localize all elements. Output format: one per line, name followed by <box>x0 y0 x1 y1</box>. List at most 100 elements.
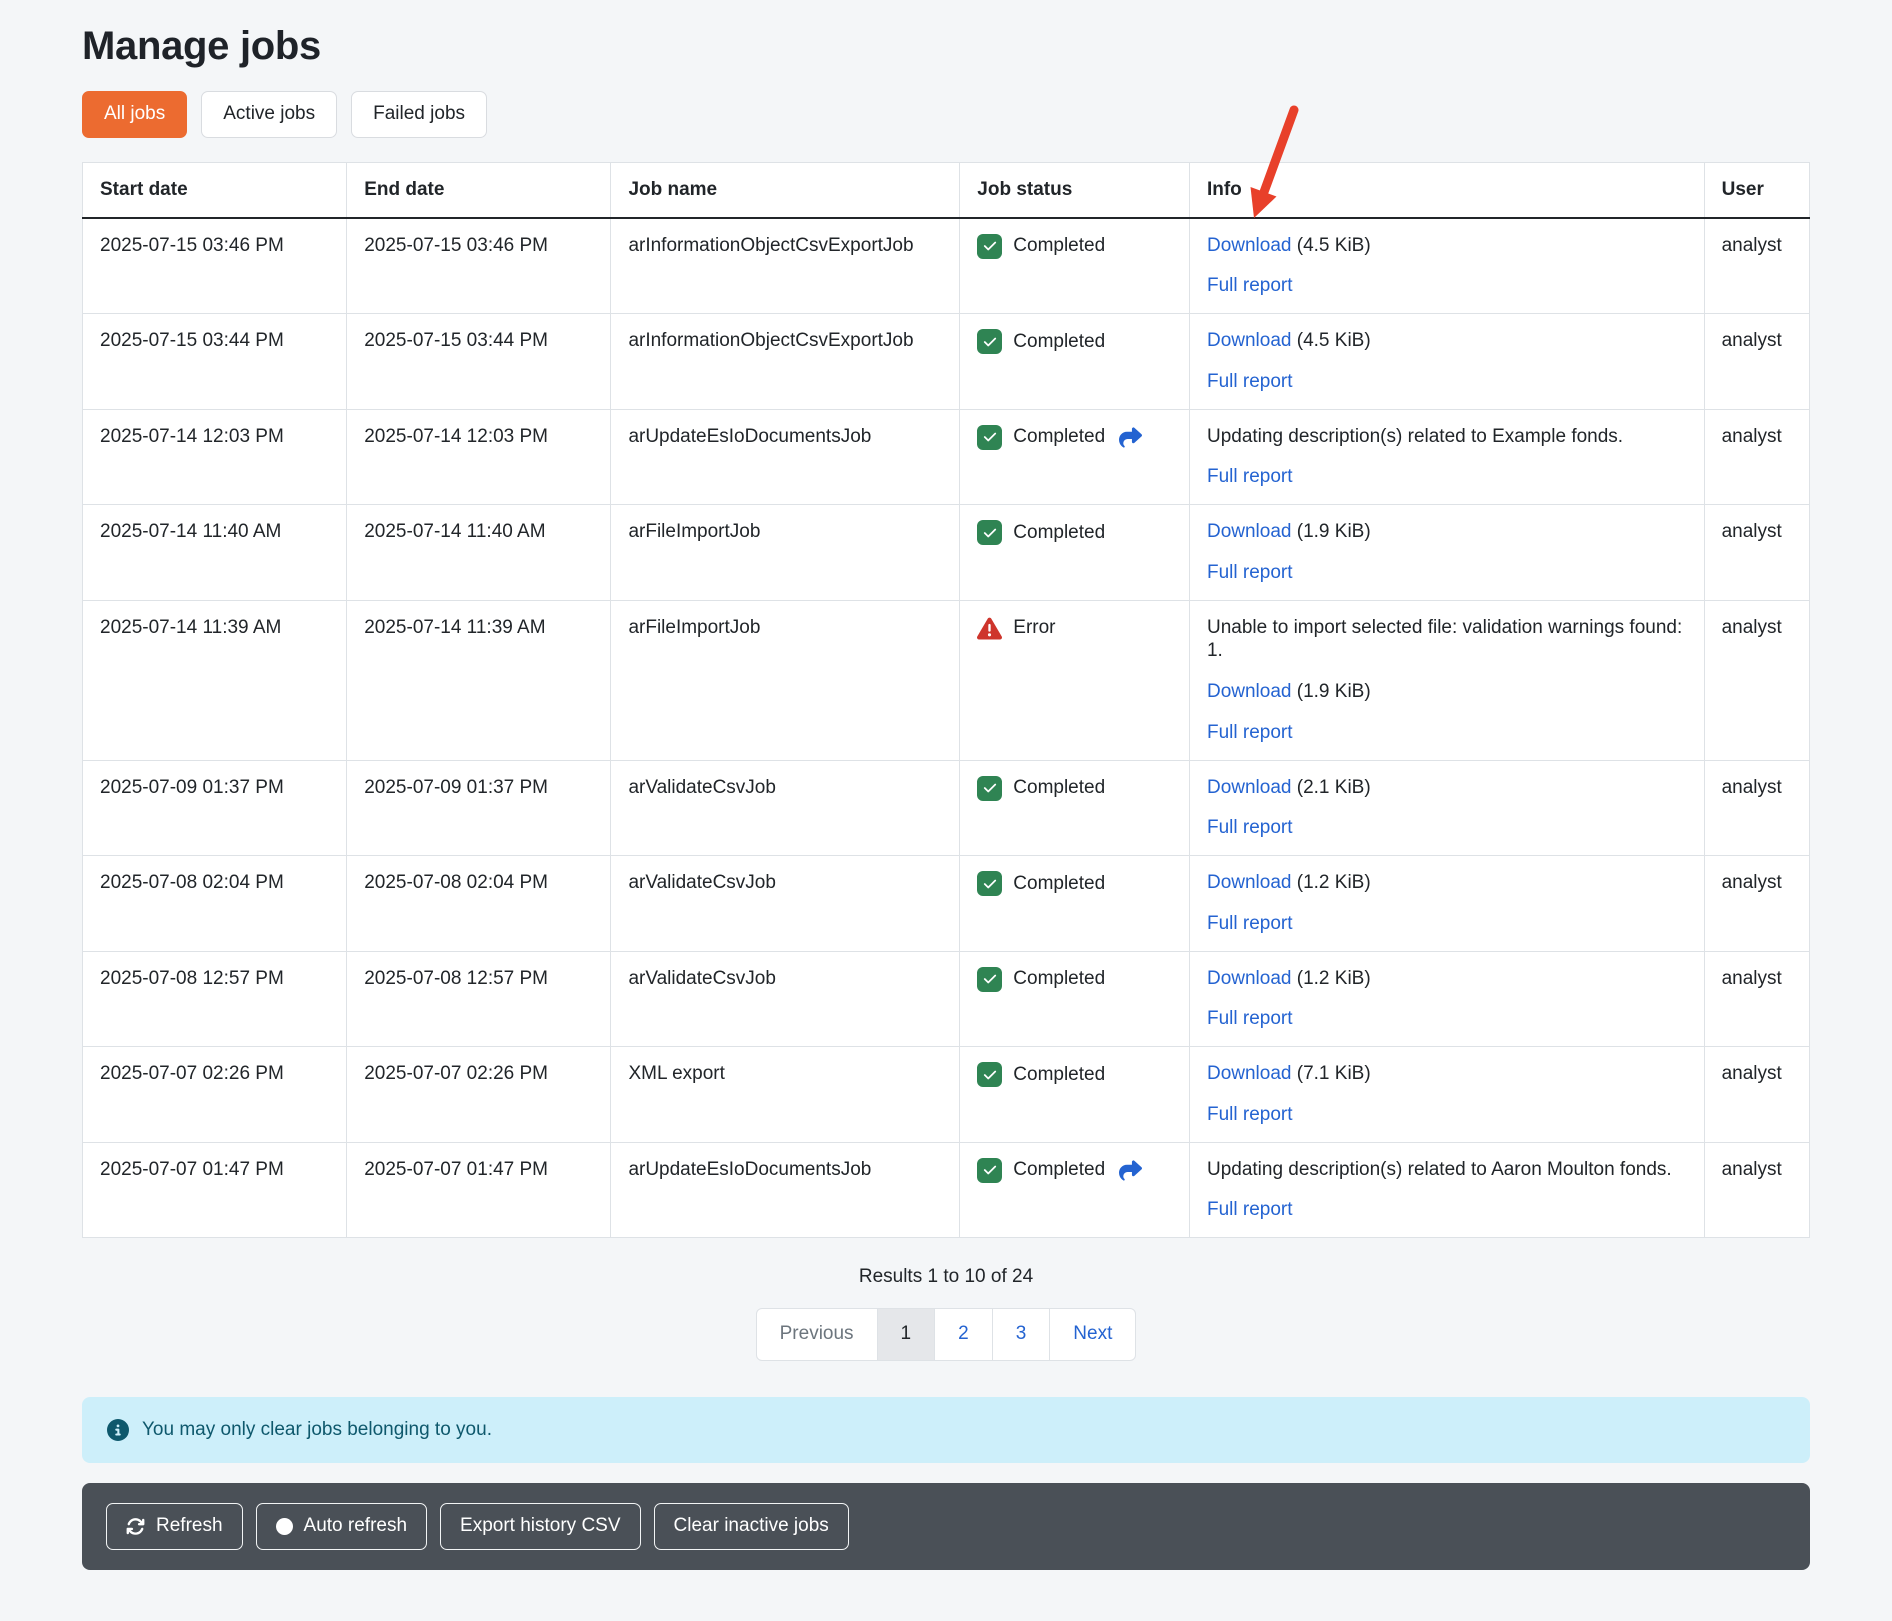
pager: Previous123Next <box>756 1308 1137 1361</box>
full-report-link[interactable]: Full report <box>1207 722 1293 743</box>
full-report-link[interactable]: Full report <box>1207 275 1293 296</box>
status-label: Completed <box>1013 967 1105 991</box>
info-line: Full report <box>1207 465 1687 489</box>
check-square-icon <box>977 1158 1002 1183</box>
share-arrow-icon <box>1119 426 1142 449</box>
status-badge: Completed <box>977 1158 1172 1183</box>
table-row: 2025-07-07 02:26 PM2025-07-07 02:26 PMXM… <box>83 1047 1810 1143</box>
download-link[interactable]: Download <box>1207 681 1292 702</box>
cell-job-status: Completed <box>960 760 1190 856</box>
table-row: 2025-07-08 12:57 PM2025-07-08 12:57 PMar… <box>83 951 1810 1047</box>
cell-user: analyst <box>1704 856 1809 952</box>
download-link[interactable]: Download <box>1207 330 1292 351</box>
info-line: Full report <box>1207 1103 1687 1127</box>
full-report-link[interactable]: Full report <box>1207 562 1293 583</box>
info-line: Download (1.9 KiB) <box>1207 680 1687 704</box>
info-line: Full report <box>1207 721 1687 745</box>
cell-start-date: 2025-07-14 11:40 AM <box>83 505 347 601</box>
cell-start-date: 2025-07-09 01:37 PM <box>83 760 347 856</box>
cell-user: analyst <box>1704 951 1809 1047</box>
download-link[interactable]: Download <box>1207 968 1292 989</box>
clear-inactive-jobs-button[interactable]: Clear inactive jobs <box>654 1503 849 1550</box>
status-label: Completed <box>1013 234 1105 258</box>
page-item-2[interactable]: 2 <box>934 1308 993 1361</box>
export-history-csv-button[interactable]: Export history CSV <box>440 1503 641 1550</box>
full-report-link[interactable]: Full report <box>1207 466 1293 487</box>
cell-job-status: Completed <box>960 1142 1190 1238</box>
full-report-link[interactable]: Full report <box>1207 1008 1293 1029</box>
cell-job-status: Completed <box>960 951 1190 1047</box>
cell-job-name: arInformationObjectCsvExportJob <box>611 218 960 314</box>
auto-refresh-button[interactable]: Auto refresh <box>256 1503 428 1550</box>
page-item-next[interactable]: Next <box>1049 1308 1136 1361</box>
column-header-job-name: Job name <box>611 162 960 217</box>
table-row: 2025-07-14 12:03 PM2025-07-14 12:03 PMar… <box>83 409 1810 505</box>
refresh-icon <box>126 1517 145 1536</box>
refresh-button[interactable]: Refresh <box>106 1503 243 1550</box>
page-title: Manage jobs <box>82 24 1810 69</box>
cell-job-status: Error <box>960 600 1190 760</box>
download-link[interactable]: Download <box>1207 872 1292 893</box>
info-line: Unable to import selected file: validati… <box>1207 616 1687 664</box>
info-line: Full report <box>1207 1007 1687 1031</box>
page-item-previous: Previous <box>756 1308 878 1361</box>
cell-job-name: arFileImportJob <box>611 600 960 760</box>
button-label: Export history CSV <box>460 1515 621 1538</box>
download-link[interactable]: Download <box>1207 1063 1292 1084</box>
status-badge: Completed <box>977 871 1172 896</box>
info-line: Download (2.1 KiB) <box>1207 776 1687 800</box>
cell-user: analyst <box>1704 760 1809 856</box>
cell-start-date: 2025-07-08 12:57 PM <box>83 951 347 1047</box>
job-filter-tabs: All jobs Active jobs Failed jobs <box>82 91 1810 138</box>
download-link[interactable]: Download <box>1207 777 1292 798</box>
info-line: Full report <box>1207 912 1687 936</box>
info-circle-icon <box>107 1419 129 1441</box>
cell-info: Download (1.2 KiB)Full report <box>1189 856 1704 952</box>
cell-job-status: Completed <box>960 314 1190 410</box>
cell-info: Updating description(s) related to Examp… <box>1189 409 1704 505</box>
status-badge: Completed <box>977 520 1172 545</box>
tab-active-jobs[interactable]: Active jobs <box>201 91 337 138</box>
info-line: Updating description(s) related to Aaron… <box>1207 1158 1687 1182</box>
cell-info: Download (2.1 KiB) Full report <box>1189 760 1704 856</box>
full-report-link[interactable]: Full report <box>1207 1104 1293 1125</box>
status-label: Completed <box>1013 521 1105 545</box>
table-row: 2025-07-14 11:40 AM2025-07-14 11:40 AMar… <box>83 505 1810 601</box>
check-square-icon <box>977 776 1002 801</box>
jobs-table-body: 2025-07-15 03:46 PM2025-07-15 03:46 PMar… <box>83 218 1810 1238</box>
cell-info: Download (4.5 KiB)Full report <box>1189 218 1704 314</box>
column-header-start-date: Start date <box>83 162 347 217</box>
cell-job-name: arValidateCsvJob <box>611 856 960 952</box>
cell-user: analyst <box>1704 1047 1809 1143</box>
full-report-link[interactable]: Full report <box>1207 913 1293 934</box>
cell-info: Download (7.1 KiB)Full report <box>1189 1047 1704 1143</box>
cell-job-status: Completed <box>960 218 1190 314</box>
status-label: Error <box>1013 616 1055 640</box>
table-row: 2025-07-08 02:04 PM2025-07-08 02:04 PMar… <box>83 856 1810 952</box>
download-link[interactable]: Download <box>1207 235 1292 256</box>
cell-user: analyst <box>1704 409 1809 505</box>
cell-user: analyst <box>1704 600 1809 760</box>
button-label: Auto refresh <box>304 1515 408 1538</box>
status-label: Completed <box>1013 872 1105 896</box>
tab-all-jobs[interactable]: All jobs <box>82 91 187 138</box>
cell-job-name: arValidateCsvJob <box>611 951 960 1047</box>
status-label: Completed <box>1013 1158 1105 1182</box>
info-line: Download (1.9 KiB) <box>1207 520 1687 544</box>
cell-info: Download (1.9 KiB) Full report <box>1189 505 1704 601</box>
tab-failed-jobs[interactable]: Failed jobs <box>351 91 487 138</box>
cell-start-date: 2025-07-14 11:39 AM <box>83 600 347 760</box>
full-report-link[interactable]: Full report <box>1207 817 1293 838</box>
full-report-link[interactable]: Full report <box>1207 371 1293 392</box>
cell-job-status: Completed <box>960 409 1190 505</box>
download-link[interactable]: Download <box>1207 521 1292 542</box>
button-label: Refresh <box>156 1515 223 1538</box>
page-item-3[interactable]: 3 <box>992 1308 1051 1361</box>
check-square-icon <box>977 234 1002 259</box>
status-label: Completed <box>1013 425 1105 449</box>
full-report-link[interactable]: Full report <box>1207 1199 1293 1220</box>
table-row: 2025-07-07 01:47 PM2025-07-07 01:47 PMar… <box>83 1142 1810 1238</box>
table-row: 2025-07-15 03:46 PM2025-07-15 03:46 PMar… <box>83 218 1810 314</box>
cell-info: Download (4.5 KiB)Full report <box>1189 314 1704 410</box>
error-triangle-icon <box>977 616 1002 641</box>
